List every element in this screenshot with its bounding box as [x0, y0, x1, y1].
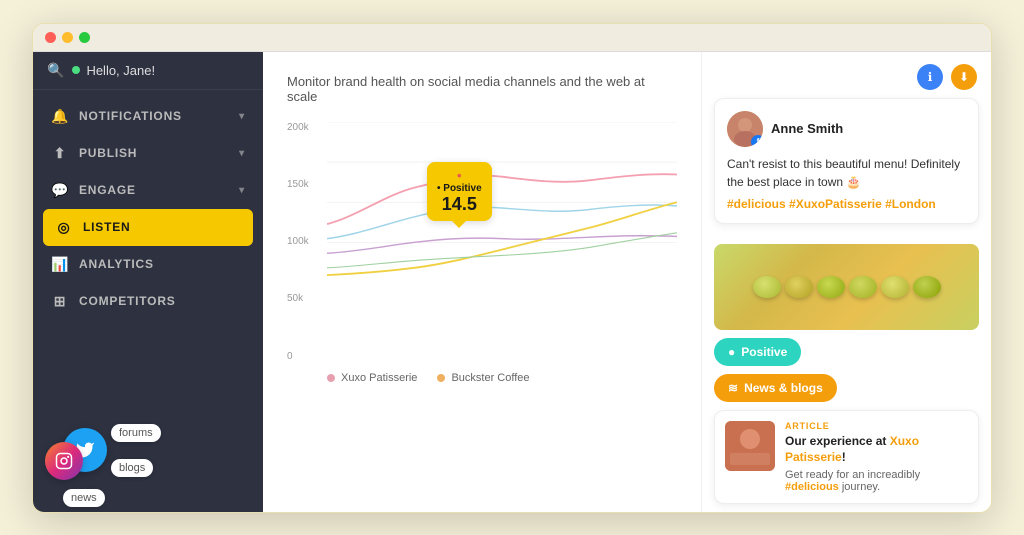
chevron-icon: ▾	[239, 148, 245, 159]
macaron	[913, 276, 941, 298]
post-hashtags: #delicious #XuxoPatisserie #London	[727, 197, 966, 211]
sidebar-header: 🔍 Hello, Jane!	[33, 52, 263, 90]
avatar: f	[727, 111, 763, 147]
competitors-icon: ⊞	[51, 293, 69, 310]
greeting: Hello, Jane!	[72, 63, 155, 78]
right-panel: ℹ ⬇ f Anne Smith Can't resist to this be…	[701, 52, 991, 512]
chevron-icon: ▾	[239, 185, 245, 196]
social-post-card: f Anne Smith Can't resist to this beauti…	[714, 98, 979, 224]
article-thumbnail	[725, 421, 775, 471]
sidebar-item-analytics[interactable]: 📊 ANALYTICS	[33, 246, 263, 283]
chart-title: Monitor brand health on social media cha…	[287, 74, 677, 104]
macaron	[817, 276, 845, 298]
listen-icon: ◎	[55, 219, 73, 236]
browser-window: 🔍 Hello, Jane! 🔔 NOTIFICATIONS ▾ ⬆ PUBLI…	[32, 23, 992, 513]
chart-legend: Xuxo Patisserie Buckster Coffee	[287, 362, 677, 394]
download-button[interactable]: ⬇	[951, 64, 977, 90]
search-icon[interactable]: 🔍	[47, 62, 64, 79]
sidebar-item-publish[interactable]: ⬆ PUBLISH ▾	[33, 135, 263, 172]
app-layout: 🔍 Hello, Jane! 🔔 NOTIFICATIONS ▾ ⬆ PUBLI…	[33, 52, 991, 512]
positive-icon: ●	[728, 345, 735, 359]
sidebar-item-engage[interactable]: 💬 ENGAGE ▾	[33, 172, 263, 209]
legend-dot-xuxo	[327, 374, 335, 382]
author-name: Anne Smith	[771, 121, 843, 136]
article-card: ARTICLE Our experience at Xuxo Patisseri…	[714, 410, 979, 503]
online-indicator	[72, 66, 80, 74]
macaron-row	[753, 276, 941, 298]
post-author: f Anne Smith	[727, 111, 966, 147]
legend-buckster: Buckster Coffee	[437, 372, 529, 384]
close-dot[interactable]	[45, 32, 56, 43]
article-description: Get ready for an increadibly #delicious …	[785, 469, 968, 493]
sidebar-item-listen[interactable]: ◎ LISTEN	[43, 209, 253, 246]
main-content: Monitor brand health on social media cha…	[263, 52, 701, 512]
engage-icon: 💬	[51, 182, 69, 199]
macaron	[881, 276, 909, 298]
news-icon: ≋	[728, 381, 738, 395]
blogs-label: blogs	[111, 459, 153, 477]
sidebar-item-competitors[interactable]: ⊞ COMPETITORS	[33, 283, 263, 320]
publish-icon: ⬆	[51, 145, 69, 162]
news-blogs-badge[interactable]: ≋ News & blogs	[714, 374, 837, 402]
analytics-icon: 📊	[51, 256, 69, 273]
maximize-dot[interactable]	[79, 32, 90, 43]
title-bar	[33, 24, 991, 52]
sidebar: 🔍 Hello, Jane! 🔔 NOTIFICATIONS ▾ ⬆ PUBLI…	[33, 52, 263, 512]
facebook-badge: f	[751, 135, 763, 147]
article-label: ARTICLE	[785, 421, 968, 431]
positive-badge[interactable]: ● Positive	[714, 338, 801, 366]
article-content: ARTICLE Our experience at Xuxo Patisseri…	[785, 421, 968, 492]
panel-header: ℹ ⬇	[702, 52, 991, 98]
chart-tooltip: • Positive 14.5	[427, 162, 492, 221]
y-axis: 200k 150k 100k 50k 0	[287, 122, 327, 362]
info-button[interactable]: ℹ	[917, 64, 943, 90]
sidebar-nav: 🔔 NOTIFICATIONS ▾ ⬆ PUBLISH ▾ 💬 ENGAGE ▾	[33, 90, 263, 392]
chart-area: Monitor brand health on social media cha…	[263, 52, 701, 512]
minimize-dot[interactable]	[62, 32, 73, 43]
chevron-icon: ▾	[239, 111, 245, 122]
macaron	[849, 276, 877, 298]
notifications-icon: 🔔	[51, 108, 69, 125]
article-title: Our experience at Xuxo Patisserie!	[785, 434, 968, 465]
legend-dot-buckster	[437, 374, 445, 382]
macaron	[785, 276, 813, 298]
sidebar-item-notifications[interactable]: 🔔 NOTIFICATIONS ▾	[33, 98, 263, 135]
chart-svg	[327, 122, 677, 282]
instagram-badge[interactable]	[45, 442, 83, 480]
news-label: news	[63, 489, 105, 507]
post-text: Can't resist to this beautiful menu! Def…	[727, 155, 966, 191]
category-badges: ● Positive ≋ News & blogs	[702, 338, 991, 402]
chart-container: 200k 150k 100k 50k 0	[287, 122, 677, 362]
forums-label: forums	[111, 424, 161, 442]
macaron	[753, 276, 781, 298]
legend-xuxo: Xuxo Patisserie	[327, 372, 417, 384]
macarons-image	[714, 244, 979, 331]
